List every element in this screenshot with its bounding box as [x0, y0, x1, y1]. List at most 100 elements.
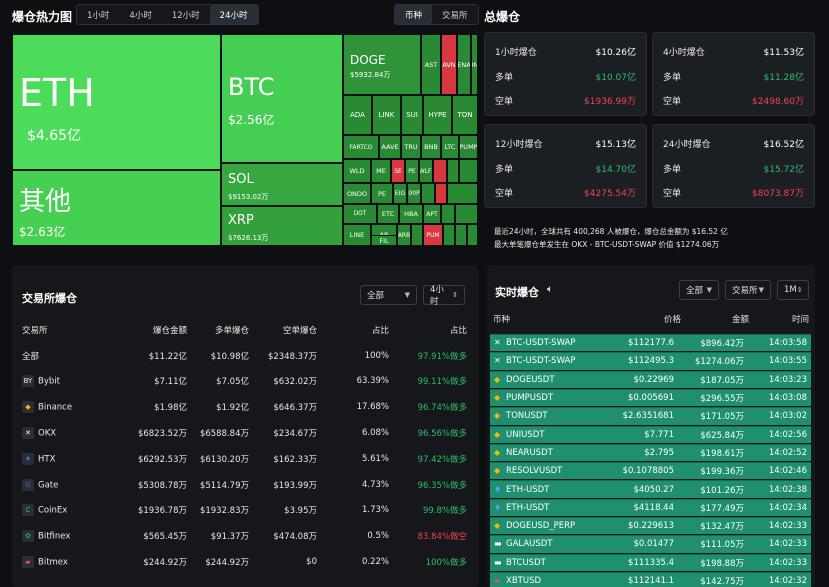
rt-amount: $142.75万 — [700, 577, 744, 587]
heatmap-tile-wld[interactable]: WLD — [343, 159, 371, 183]
table-row[interactable]: ▰ Bitmex $244.92万 $244.92万 $0 0.22% 100%做多 — [22, 549, 467, 575]
tile-btc[interactable]: BTC $2.56亿 — [221, 34, 343, 163]
list-item[interactable]: ♦ ETH-USDT $4118.44 $177.49万 14:02:34 — [490, 498, 811, 517]
card-value: $11.28亿 — [763, 73, 805, 83]
heatmap-tile-line[interactable]: LINE — [343, 224, 371, 246]
heatmap-tile-minor[interactable] — [455, 224, 467, 246]
heatmap-tile-arb[interactable]: ARB — [397, 224, 411, 246]
tile-xrp[interactable]: XRP $7626.13万 — [221, 206, 343, 246]
list-item[interactable]: ◆ DOGEUSD_PERP $0.229613 $132.47万 14:02:33 — [490, 517, 811, 535]
heatmap-tile-minor[interactable] — [443, 224, 455, 246]
speaker-icon[interactable]: 🔈︎ — [547, 284, 553, 295]
heatmap-tile-hype[interactable]: HYPE — [423, 95, 452, 135]
table-row[interactable]: C CoinEx $1936.78万 $1932.83万 $3.95万 1.73% 99.8… — [22, 498, 467, 524]
heatmap-tile-minor[interactable] — [433, 159, 447, 183]
heatmap-tile-eig[interactable]: EIG — [393, 183, 407, 204]
heatmap-tile-minor[interactable] — [455, 204, 478, 224]
heatmap-tile-me[interactable]: ME — [371, 159, 391, 183]
cell-ratio: 96.35%做多 — [417, 480, 467, 491]
heatmap-tile-wif[interactable]: WIF — [343, 246, 345, 248]
heatmap-tile-ton[interactable]: TON — [452, 95, 478, 135]
heatmap-tile-avn[interactable]: AVN — [441, 34, 457, 95]
exchange-label: HTX — [38, 454, 56, 465]
heatmap-tile-fartco[interactable]: FARTCO — [343, 135, 379, 159]
list-item[interactable]: ◆ NEARUSDT $2.795 $198.61万 14:02:52 — [490, 443, 811, 462]
heatmap-tile-minor[interactable] — [447, 183, 478, 204]
tab-1h[interactable]: 1小时 — [77, 5, 119, 24]
tile-doge[interactable]: DOGE $5932.84万 — [343, 34, 421, 95]
heatmap-tile-minor[interactable] — [435, 183, 447, 204]
realtime-exchange-dropdown[interactable]: 交易所 ▼ — [725, 280, 771, 300]
col-time: 时间 — [791, 315, 809, 325]
heatmap-tile-hba[interactable]: HBA — [399, 204, 423, 224]
exchange-filter-dropdown[interactable]: 全部 ▼ — [360, 285, 417, 305]
heatmap-tile-sui[interactable]: SUI — [401, 95, 423, 135]
realtime-filter-dropdown[interactable]: 全部 ▼ — [679, 280, 719, 300]
heatmap-tile-ltc[interactable]: LTC — [441, 135, 459, 159]
heatmap-tile-se[interactable]: SE — [391, 159, 405, 183]
heatmap-tile-label: PUM — [426, 231, 440, 239]
heatmap-tile-minor[interactable] — [459, 159, 478, 183]
heatmap-tile-pe[interactable]: PE — [405, 159, 419, 183]
table-row[interactable]: BY Bybit $7.11亿 $7.05亿 $632.02万 63.39% 99.11%做… — [22, 369, 467, 395]
heatmap-tile-pum[interactable]: PUM — [423, 224, 443, 246]
tab-coin[interactable]: 币种 — [395, 5, 433, 24]
list-item[interactable]: ▬ GALAUSDT $0.01477 $111.05万 14:02:33 — [490, 535, 811, 553]
htx-icon: ♦ — [494, 502, 502, 512]
table-row[interactable]: ◆ Binance $1.98亿 $1.92亿 $646.37万 17.68% 96.74%… — [22, 394, 467, 420]
list-item[interactable]: ✕ BTC-USDT-SWAP $112177.6 $896.42万 14:03:58 — [490, 334, 811, 352]
heatmap-tile-minor[interactable] — [467, 224, 478, 246]
heatmap-tile-ada[interactable]: ADA — [343, 95, 372, 135]
list-item[interactable]: ◆ DOGEUSDT $0.22969 $187.05万 14:03:23 — [490, 370, 811, 388]
list-item[interactable]: ◆ PUMPUSDT $0.005691 $296.55万 14:03:08 — [490, 388, 811, 407]
exchange-time-dropdown[interactable]: 4小时 ⇕ — [423, 285, 465, 307]
tile-sol[interactable]: SOL $9153.02万 — [221, 163, 343, 206]
table-row[interactable]: ♦ HTX $6292.53万 $6130.20万 $162.33万 5.61% 97.42… — [22, 446, 467, 472]
list-item[interactable]: ▬ BTCUSDT $111335.4 $198.88万 14:02:33 — [490, 553, 811, 571]
heatmap-tile-uni[interactable]: UNI — [471, 34, 478, 95]
heatmap-tile-ondo[interactable]: ONDO — [343, 183, 371, 204]
heatmap-tile-pe[interactable]: PE — [371, 183, 393, 204]
liquidation-card: 12小时爆仓 $15.13亿 多单 $14.70亿 空单 $4275.54万 — [484, 124, 647, 208]
cell-share: 0.5% — [367, 531, 389, 542]
list-item[interactable]: ▰ XBTUSD $112141.1 $142.75万 14:02:32 — [490, 571, 811, 587]
list-item[interactable]: ◆ TONUSDT $2.6351681 $171.05万 14:03:02 — [490, 407, 811, 425]
table-row[interactable]: ✕ OKX $6823.52万 $6588.84万 $234.67万 6.08% 96.56… — [22, 420, 467, 446]
table-row[interactable]: 全部 $11.22亿 $10.98亿 $2348.37万 100% 97.91%做多 — [22, 343, 467, 369]
tile-eth[interactable]: ETH $4.65亿 — [12, 34, 221, 170]
heatmap-tile-1000pep[interactable]: 1000PEP — [407, 183, 421, 204]
heatmap-tile-minor[interactable] — [411, 224, 423, 246]
realtime-amount-dropdown[interactable]: 1M ⇕ — [777, 280, 809, 300]
rt-time: 14:02:33 — [768, 539, 807, 550]
heatmap-tile-tru[interactable]: TRU — [401, 135, 421, 159]
tab-12h[interactable]: 12小时 — [162, 5, 210, 24]
list-item[interactable]: ✕ BTC-USDT-SWAP $112495.3 $1274.06万 14:03:55 — [490, 352, 811, 370]
list-item[interactable]: ◆ UNIUSDT $7.771 $625.84万 14:02:56 — [490, 425, 811, 443]
heatmap-tile-wlfi[interactable]: WLFI — [419, 159, 433, 183]
heatmap-tile-label: ADA — [350, 111, 365, 119]
heatmap-tile-ena[interactable]: ENA — [457, 34, 471, 95]
heatmap-tile-apt[interactable]: APT — [423, 204, 441, 224]
list-item[interactable]: ◆ RESOLVUSDT $0.1078805 $199.36万 14:02:46 — [490, 462, 811, 480]
heatmap-tile-fil[interactable]: FIL — [371, 235, 397, 246]
heatmap-tile-minor[interactable] — [447, 159, 459, 183]
heatmap-tile-bnb[interactable]: BNB — [421, 135, 441, 159]
table-row[interactable]: G Gate $5308.78万 $5114.79万 $193.99万 4.73% 96.3… — [22, 472, 467, 498]
heatmap-tile-ast[interactable]: AST — [421, 34, 441, 95]
card-value: $16.52亿 — [763, 140, 805, 150]
heatmap-tile-dot[interactable]: DOT — [343, 204, 377, 224]
table-row[interactable]: ✿ Bitfinex $565.45万 $91.37万 $474.08万 0.5% 83.8… — [22, 523, 467, 549]
heatmap-tile-aave[interactable]: AAVE — [379, 135, 401, 159]
tile-other[interactable]: 其他 $2.63亿 — [12, 170, 221, 246]
heatmap-tile-label: SUI — [406, 111, 418, 119]
list-item[interactable]: ♦ ETH-USDT $4050.27 $101.26万 14:02:38 — [490, 480, 811, 498]
heatmap-tile-minor[interactable] — [421, 183, 435, 204]
tab-4h[interactable]: 4小时 — [119, 5, 161, 24]
tab-exchange[interactable]: 交易所 — [432, 5, 478, 24]
heatmap-tile-minor[interactable] — [441, 204, 455, 224]
heatmap-tile-etc[interactable]: ETC — [377, 204, 399, 224]
heatmap-tile-pump[interactable]: PUMP — [459, 135, 478, 159]
exchange-label: Gate — [38, 480, 59, 491]
heatmap-tile-link[interactable]: LINK — [372, 95, 401, 135]
tab-24h[interactable]: 24小时 — [209, 5, 258, 24]
